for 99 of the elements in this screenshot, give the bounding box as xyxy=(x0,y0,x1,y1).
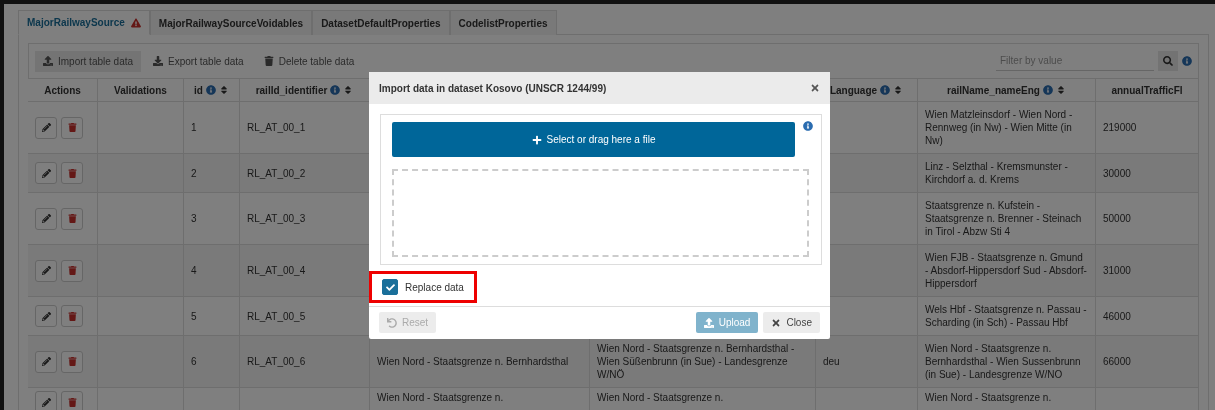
delete-button[interactable] xyxy=(61,305,83,327)
select-file-button[interactable]: Select or drag here a file xyxy=(392,122,795,157)
cell-text: 219000 xyxy=(1103,121,1137,134)
column-title: Validations xyxy=(114,84,167,96)
plus-icon xyxy=(531,134,542,145)
cell-text: 5 xyxy=(191,309,197,323)
cell-text: Wien Nord - Staatsgrenze n. Bernhardsthal - Wien Sussenbrunn (in Sue) - Landesgrenze W/NO xyxy=(925,342,1082,381)
cell-text: deu xyxy=(823,355,840,368)
close-button[interactable] xyxy=(810,83,820,93)
cell-text: Wien Nord - Staatsgrenze n. xyxy=(597,391,724,404)
cell-text: Wien Nord - Staatsgrenze n. Bernhardsthal - Wien Süßenbrunn (in Sue) - Landesgrenze W/NÖ xyxy=(597,342,796,381)
edit-button[interactable] xyxy=(35,162,57,184)
trash-icon xyxy=(67,397,77,407)
toolbar-button[interactable]: Export table data xyxy=(145,50,252,72)
cell-text: RL_AT_00_6 xyxy=(247,355,306,368)
cell-text: Wels Hbf - Staatsgrenze n. Passau - Scharding (in Sch) - Passau Hbf xyxy=(925,303,1088,329)
cell-text: 3 xyxy=(191,212,197,225)
cell-text: 6 xyxy=(191,355,197,368)
tab[interactable]: CodelistProperties xyxy=(449,10,557,35)
sort-icon xyxy=(343,85,354,95)
trash-icon xyxy=(67,357,77,366)
cell-text: 46000 xyxy=(1103,309,1131,323)
delete-button[interactable] xyxy=(61,162,83,184)
search-button[interactable] xyxy=(1158,51,1178,71)
upload-icon xyxy=(43,56,53,66)
cell-text: RL_AT_00_4 xyxy=(247,264,306,277)
sort-icon xyxy=(893,85,904,95)
delete-button[interactable] xyxy=(61,391,83,410)
column-title: railName_nameEng xyxy=(947,84,1040,96)
reset-icon xyxy=(387,317,397,328)
column-title: annualTrafficFl xyxy=(1111,84,1183,96)
cell-text: Wien Matzleinsdorf - Wien Nord - Rennweg (in Nw) - Wien Mitte (in Nw) xyxy=(925,108,1074,147)
cell-text: Linz - Selzthal - Kremsmunster - Kirchdorf a. d. Krems xyxy=(925,160,1069,186)
pencil-icon xyxy=(41,168,51,178)
sort-icon xyxy=(1055,85,1066,95)
edit-button[interactable] xyxy=(35,207,57,230)
close-icon xyxy=(771,317,782,328)
info-icon xyxy=(1042,85,1053,95)
checkbox-label: Replace data xyxy=(405,281,464,293)
pencil-icon xyxy=(41,123,51,132)
delete-button[interactable] xyxy=(61,116,83,139)
trash-icon xyxy=(67,123,77,132)
cell-text: 1 xyxy=(191,121,197,134)
info-icon xyxy=(330,85,341,95)
cell-text: RL_AT_00_2 xyxy=(247,166,306,180)
delete-button[interactable] xyxy=(61,259,83,282)
cell-text: 4 xyxy=(191,264,197,277)
cell-text: RL_AT_00_5 xyxy=(247,309,306,323)
cell-text: 50000 xyxy=(1103,212,1131,225)
cell-text: 30000 xyxy=(1103,166,1131,180)
trash-icon xyxy=(67,168,77,178)
edit-button[interactable] xyxy=(35,116,57,139)
pencil-icon xyxy=(41,357,51,366)
upload-icon xyxy=(703,317,714,328)
trash-icon xyxy=(67,311,77,321)
edit-button[interactable] xyxy=(35,350,57,373)
column-title: Language xyxy=(829,84,878,96)
sort-icon xyxy=(218,85,229,95)
column-title: railId_identifier xyxy=(255,84,328,96)
pencil-icon xyxy=(41,397,51,407)
cell-text: Staatsgrenze n. Kufstein - Staatsgrenze n. Brenner - Steinach in Tirol - Abzw Sti 4 xyxy=(925,199,1083,238)
tab[interactable]: MajorRailwaySourceVoidables xyxy=(149,10,313,35)
warning-icon xyxy=(130,17,141,28)
cell-text: Wien Nord - Staatsgrenze n. xyxy=(925,391,1052,404)
trash-icon xyxy=(67,266,77,275)
cell-text: 2 xyxy=(191,166,197,180)
toolbar-button[interactable]: Delete table data xyxy=(255,50,363,72)
edit-button[interactable] xyxy=(35,391,57,410)
check-icon xyxy=(385,282,395,292)
pencil-icon xyxy=(41,214,51,223)
pencil-icon xyxy=(41,311,51,321)
delete-button[interactable] xyxy=(61,207,83,230)
info-icon xyxy=(880,85,891,95)
cell-text: 66000 xyxy=(1103,355,1131,368)
close-button[interactable]: Close xyxy=(763,312,820,333)
download-icon xyxy=(153,56,164,66)
cell-text: 31000 xyxy=(1103,264,1131,277)
cell-text: Wien Nord - Staatsgrenze n. xyxy=(377,391,504,404)
cell-text: RL_AT_00_1 xyxy=(247,121,306,134)
toolbar-button[interactable]: Import table data xyxy=(35,50,142,72)
checkbox[interactable] xyxy=(382,279,398,295)
dialog-title: Import data in dataset Kosovo (UNSCR 1244/99) xyxy=(379,82,607,94)
info-icon xyxy=(1182,56,1192,66)
info-icon xyxy=(205,85,216,95)
cell-text: RL_AT_00_3 xyxy=(247,212,306,225)
column-title: id xyxy=(194,84,203,96)
tab[interactable]: DatasetDefaultProperties xyxy=(312,10,450,35)
info-icon xyxy=(803,121,813,131)
trash-icon xyxy=(67,214,77,223)
edit-button[interactable] xyxy=(35,259,57,282)
column-title: Actions xyxy=(44,84,81,96)
tab[interactable]: MajorRailwaySource xyxy=(18,10,150,35)
edit-button[interactable] xyxy=(35,305,57,327)
delete-button[interactable] xyxy=(61,350,83,373)
pencil-icon xyxy=(41,266,51,275)
search-icon xyxy=(1163,56,1173,66)
cell-text: Wien FJB - Staatsgrenze n. Gmund - Absdorf-Hippersdorf Sud - Absdorf-Hippersdorf xyxy=(925,251,1088,290)
trash-icon xyxy=(263,56,274,66)
cell-text: Wien Nord - Staatsgrenze n. Bernhardsthal xyxy=(377,355,569,368)
